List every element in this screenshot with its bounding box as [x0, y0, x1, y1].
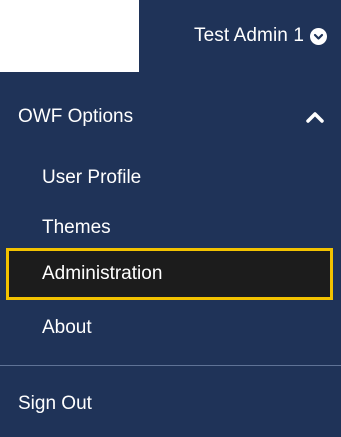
menu-item-label: Administration	[42, 263, 163, 284]
user-name-label: Test Admin 1	[194, 25, 304, 46]
menu-item-user-profile[interactable]: User Profile	[0, 154, 341, 202]
menu-item-label: User Profile	[42, 167, 142, 188]
owf-options-label: OWF Options	[18, 106, 134, 127]
sign-out-label: Sign Out	[18, 393, 92, 414]
menu-item-administration[interactable]: Administration	[6, 248, 333, 300]
sign-out-button[interactable]: Sign Out	[0, 380, 341, 428]
user-menu-screen: Test Admin 1 OWF Options User Profile Th…	[0, 0, 341, 437]
menu-item-label: Themes	[42, 217, 111, 238]
chevron-up-icon[interactable]	[305, 110, 325, 124]
menu-item-label: About	[42, 317, 92, 338]
owf-options-header[interactable]: OWF Options	[0, 72, 341, 162]
menu-item-themes[interactable]: Themes	[0, 204, 341, 252]
chevron-down-circle-icon	[310, 27, 327, 45]
owf-options-dropdown: OWF Options User Profile Themes Administ…	[0, 72, 341, 437]
menu-divider	[0, 365, 341, 366]
user-menu-button[interactable]: Test Admin 1	[139, 0, 341, 72]
menu-item-about[interactable]: About	[0, 304, 341, 352]
